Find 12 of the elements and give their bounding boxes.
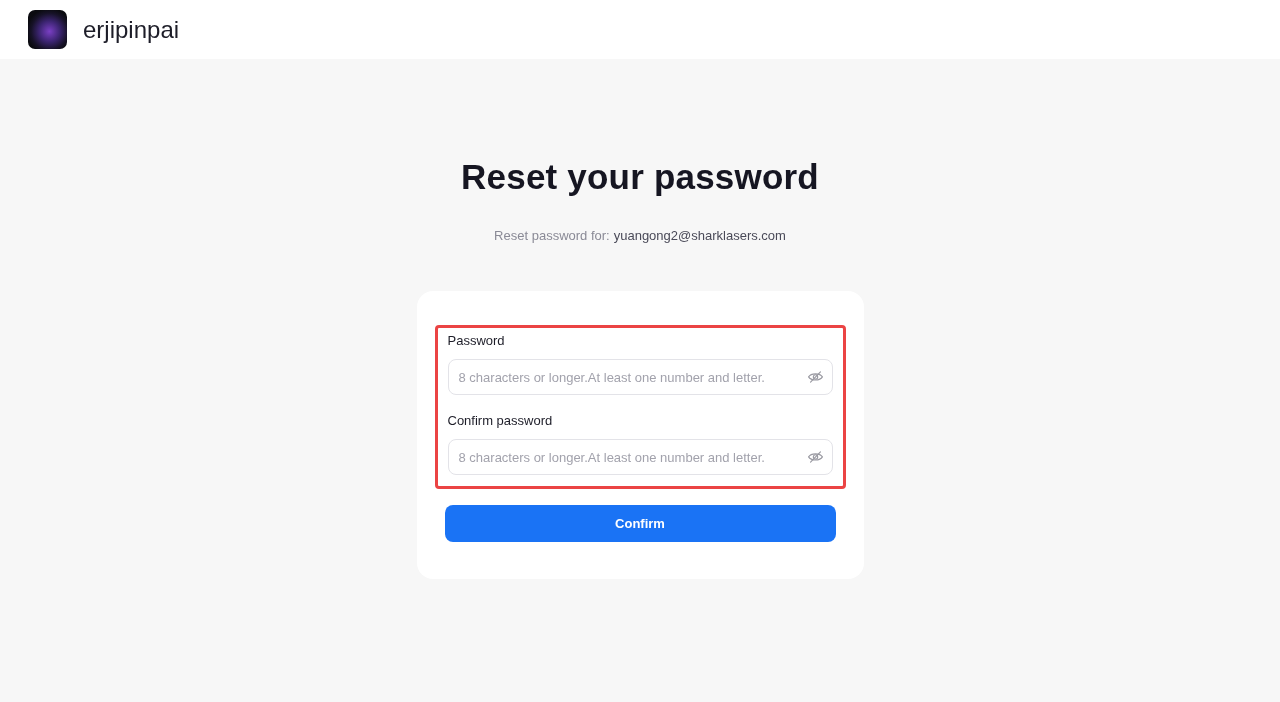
account-email: yuangong2@sharklasers.com xyxy=(613,228,786,244)
subtitle-label: Reset password for: xyxy=(494,228,610,244)
logo-image xyxy=(28,10,67,49)
brand-name: erjipinpai xyxy=(83,15,180,44)
password-field[interactable]: 8 characters or longer.At least one number and letter. xyxy=(447,439,833,475)
field-label: Confirm password xyxy=(447,413,553,429)
confirm-button[interactable]: Confirm xyxy=(444,505,836,542)
page-title: Reset your password xyxy=(461,156,819,198)
eye-slash-icon[interactable] xyxy=(807,451,823,463)
field-label: Password xyxy=(447,333,505,349)
password-field[interactable]: 8 characters or longer.At least one number and letter. xyxy=(447,359,833,395)
eye-slash-icon[interactable] xyxy=(807,371,823,383)
